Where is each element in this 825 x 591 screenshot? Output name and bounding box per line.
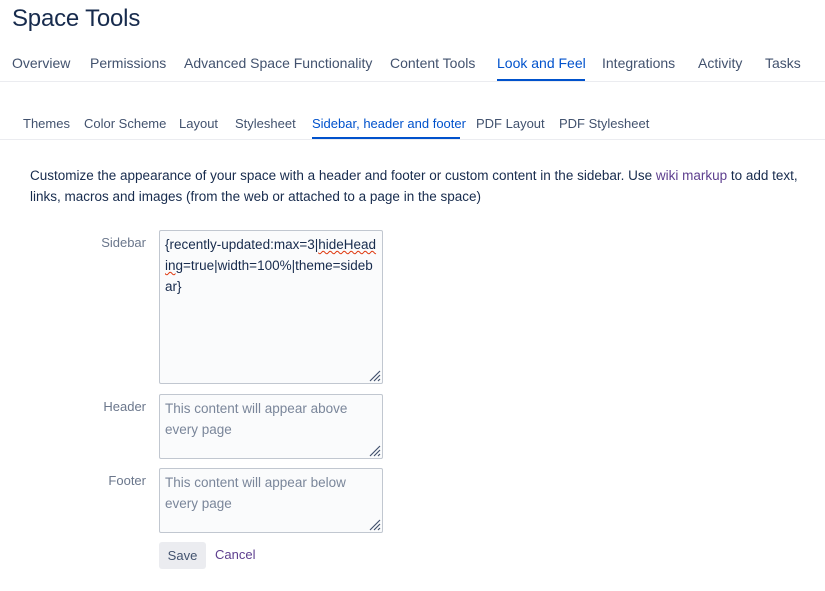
active-tab-indicator <box>497 79 585 81</box>
subtab-themes[interactable]: Themes <box>23 116 70 131</box>
tab-permissions[interactable]: Permissions <box>90 55 166 71</box>
tab-advanced-space-functionality[interactable]: Advanced Space Functionality <box>184 55 372 71</box>
wiki-markup-link[interactable]: wiki markup <box>656 168 727 183</box>
tab-content-tools[interactable]: Content Tools <box>390 55 475 71</box>
tab-integrations[interactable]: Integrations <box>602 55 675 71</box>
subtab-layout[interactable]: Layout <box>179 116 218 131</box>
resize-grip-icon[interactable] <box>367 517 381 531</box>
header-label: Header <box>103 399 146 414</box>
subtab-sidebar-header-footer[interactable]: Sidebar, header and footer <box>312 116 466 131</box>
resize-grip-icon[interactable] <box>367 443 381 457</box>
footer-placeholder: This content will appear below every pag… <box>165 475 346 511</box>
header-textarea[interactable]: This content will appear above every pag… <box>159 394 383 459</box>
subtab-pdf-layout[interactable]: PDF Layout <box>476 116 545 131</box>
sidebar-text: {recently-updated:max=3| <box>165 237 319 252</box>
space-tools-tabs: Overview Permissions Advanced Space Func… <box>0 46 825 82</box>
save-button[interactable]: Save <box>159 542 206 569</box>
page-description: Customize the appearance of your space w… <box>30 165 820 207</box>
footer-textarea[interactable]: This content will appear below every pag… <box>159 468 383 533</box>
tab-look-and-feel[interactable]: Look and Feel <box>497 55 586 71</box>
page-title: Space Tools <box>12 5 141 32</box>
sidebar-textarea[interactable]: {recently-updated:max=3|hideHeading=true… <box>159 230 383 384</box>
subtab-pdf-stylesheet[interactable]: PDF Stylesheet <box>559 116 649 131</box>
header-placeholder: This content will appear above every pag… <box>165 401 348 437</box>
cancel-link[interactable]: Cancel <box>215 547 255 562</box>
resize-grip-icon[interactable] <box>367 368 381 382</box>
tab-overview[interactable]: Overview <box>12 55 70 71</box>
look-and-feel-subtabs: Themes Color Scheme Layout Stylesheet Si… <box>0 106 825 140</box>
sidebar-text-end: =true|width=100%|theme=sidebar} <box>165 258 373 294</box>
footer-label: Footer <box>108 473 146 488</box>
description-text: Customize the appearance of your space w… <box>30 168 656 183</box>
subtab-stylesheet[interactable]: Stylesheet <box>235 116 296 131</box>
tab-activity[interactable]: Activity <box>698 55 742 71</box>
active-subtab-indicator <box>312 137 460 139</box>
sidebar-label: Sidebar <box>101 235 146 250</box>
subtab-color-scheme[interactable]: Color Scheme <box>84 116 166 131</box>
tab-tasks[interactable]: Tasks <box>765 55 801 71</box>
